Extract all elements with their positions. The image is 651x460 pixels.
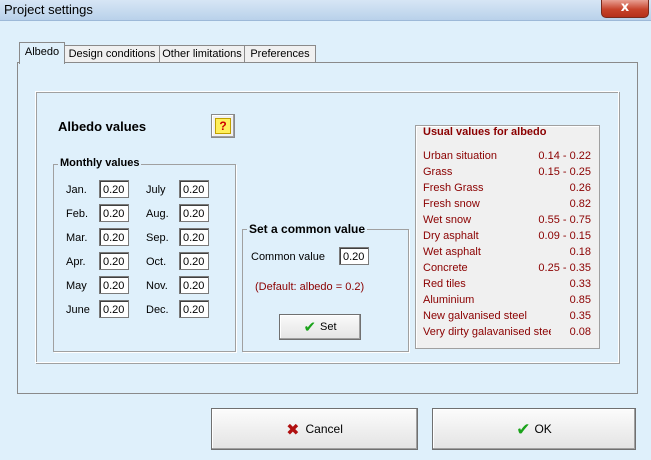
usual-value: 0.26 xyxy=(569,182,591,194)
usual-value: 0.18 xyxy=(569,246,591,258)
ok-button-label: OK xyxy=(534,422,552,436)
usual-name: Grass xyxy=(423,166,453,178)
list-item: Concrete 0.25 - 0.35 xyxy=(423,262,591,278)
usual-value: 0.55 - 0.75 xyxy=(538,214,591,226)
usual-value: 0.33 xyxy=(569,278,591,290)
nov-albedo-input[interactable]: 0.20 xyxy=(179,276,209,294)
usual-name: Urban situation xyxy=(423,150,497,162)
month-label-nov: Nov. xyxy=(146,280,168,292)
june-albedo-input[interactable]: 0.20 xyxy=(99,300,129,318)
list-item: Fresh Grass 0.26 xyxy=(423,182,591,198)
month-label-may: May xyxy=(66,280,87,292)
month-label-june: June xyxy=(66,304,90,316)
usual-value: 0.35 xyxy=(569,310,591,322)
feb-albedo-input[interactable]: 0.20 xyxy=(99,204,129,222)
month-label-oct: Oct. xyxy=(146,256,167,268)
common-value-group: Set a common value Common value 0.20 (De… xyxy=(242,222,409,352)
monthly-values-group: Monthly values Jan. 0.20 Feb. 0.20 Mar. … xyxy=(53,157,236,352)
month-label-apr: Apr. xyxy=(66,256,86,268)
list-item: Fresh snow 0.82 xyxy=(423,198,591,214)
aug-albedo-input[interactable]: 0.20 xyxy=(179,204,209,222)
month-label-jan: Jan. xyxy=(66,184,87,196)
list-item: Dry asphalt 0.09 - 0.15 xyxy=(423,230,591,246)
usual-value: 0.14 - 0.22 xyxy=(538,150,591,162)
july-albedo-input[interactable]: 0.20 xyxy=(179,180,209,198)
list-item: Wet snow 0.55 - 0.75 xyxy=(423,214,591,230)
usual-name: Fresh snow xyxy=(423,198,480,210)
list-item: Red tiles 0.33 xyxy=(423,278,591,294)
usual-values-title: Usual values for albedo xyxy=(423,126,547,138)
apr-albedo-input[interactable]: 0.20 xyxy=(99,252,129,270)
usual-value: 0.82 xyxy=(569,198,591,210)
month-label-july: July xyxy=(146,184,166,196)
list-item: Urban situation 0.14 - 0.22 xyxy=(423,150,591,166)
usual-name: Aluminium xyxy=(423,294,475,306)
usual-name: New galvanised steel xyxy=(423,310,527,322)
monthly-values-label: Monthly values xyxy=(58,157,142,169)
help-button[interactable]: ? xyxy=(211,114,235,138)
dec-albedo-input[interactable]: 0.20 xyxy=(179,300,209,318)
albedo-heading: Albedo values xyxy=(58,119,147,134)
common-value-label: Common value xyxy=(251,251,325,263)
list-item: Aluminium 0.85 xyxy=(423,294,591,310)
month-label-sep: Sep. xyxy=(146,232,169,244)
cancel-button-label: Cancel xyxy=(305,422,343,436)
set-button[interactable]: ✔ Set xyxy=(279,314,361,340)
list-item: Wet asphalt 0.18 xyxy=(423,246,591,262)
tab-other-limitations[interactable]: Other limitations xyxy=(159,45,245,63)
usual-values-list: Usual values for albedo Urban situation 0… xyxy=(415,125,600,349)
checkmark-icon: ✔ xyxy=(303,318,317,337)
close-button[interactable]: x xyxy=(601,0,649,18)
usual-value: 0.09 - 0.15 xyxy=(538,230,591,242)
common-value-input[interactable]: 0.20 xyxy=(339,247,369,265)
checkmark-icon: ✔ xyxy=(516,419,531,440)
usual-value: 0.85 xyxy=(569,294,591,306)
common-value-group-label: Set a common value xyxy=(247,222,368,236)
mar-albedo-input[interactable]: 0.20 xyxy=(99,228,129,246)
usual-value: 0.08 xyxy=(569,326,591,338)
usual-value: 0.15 - 0.25 xyxy=(538,166,591,178)
title-bar: Project settings x xyxy=(0,0,651,21)
month-label-aug: Aug. xyxy=(146,208,169,220)
set-button-label: Set xyxy=(320,321,337,333)
usual-name: Fresh Grass xyxy=(423,182,484,194)
usual-name: Wet asphalt xyxy=(423,246,481,258)
tab-design-conditions[interactable]: Design conditions xyxy=(64,45,160,63)
list-item: New galvanised steel 0.35 xyxy=(423,310,591,326)
list-item: Very dirty galavanised stee 0.08 xyxy=(423,326,591,342)
may-albedo-input[interactable]: 0.20 xyxy=(99,276,129,294)
usual-name: Wet snow xyxy=(423,214,472,226)
tab-preferences[interactable]: Preferences xyxy=(244,45,316,63)
usual-name: Red tiles xyxy=(423,278,466,290)
month-label-feb: Feb. xyxy=(66,208,89,220)
oct-albedo-input[interactable]: 0.20 xyxy=(179,252,209,270)
usual-name: Dry asphalt xyxy=(423,230,479,242)
usual-value: 0.25 - 0.35 xyxy=(538,262,591,274)
month-label-mar: Mar. xyxy=(66,232,88,244)
list-item: Grass 0.15 - 0.25 xyxy=(423,166,591,182)
month-label-dec: Dec. xyxy=(146,304,169,316)
jan-albedo-input[interactable]: 0.20 xyxy=(99,180,129,198)
tab-albedo[interactable]: Albedo xyxy=(19,42,65,64)
close-icon: x xyxy=(620,0,630,15)
help-icon: ? xyxy=(215,118,231,134)
ok-button[interactable]: ✔ OK xyxy=(432,408,636,450)
window-title: Project settings xyxy=(4,2,93,17)
cross-icon: ✖ xyxy=(286,419,300,439)
usual-name: Very dirty galavanised stee xyxy=(423,326,551,338)
usual-name: Concrete xyxy=(423,262,468,274)
cancel-button[interactable]: ✖ Cancel xyxy=(211,408,418,450)
default-note: (Default: albedo = 0.2) xyxy=(255,281,365,293)
sep-albedo-input[interactable]: 0.20 xyxy=(179,228,209,246)
